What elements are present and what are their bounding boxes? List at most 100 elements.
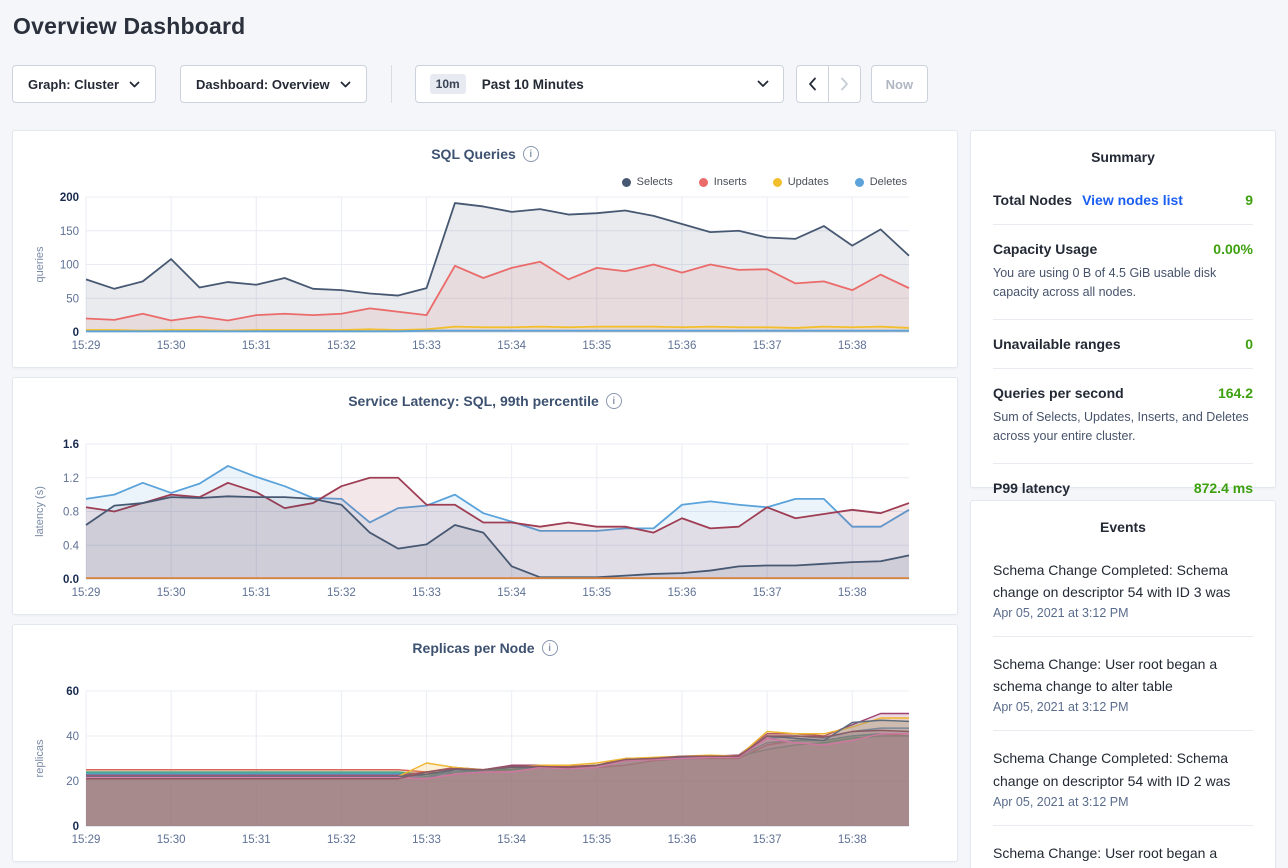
event-date: Apr 05, 2021 at 3:12 PM xyxy=(993,795,1253,809)
overview-dashboard-page: Overview Dashboard Graph: Cluster Dashbo… xyxy=(0,0,1288,868)
summary-value: 164.2 xyxy=(1218,385,1253,401)
summary-row-capacity-usage: Capacity Usage 0.00% You are using 0 B o… xyxy=(993,232,1253,312)
svg-text:15:34: 15:34 xyxy=(497,340,526,352)
svg-text:15:32: 15:32 xyxy=(327,587,356,599)
graph-dropdown-label: Graph: Cluster xyxy=(28,77,119,92)
summary-value: 872.4 ms xyxy=(1194,480,1253,496)
summary-row-total-nodes: Total Nodes View nodes list 9 xyxy=(993,183,1253,217)
legend-dot-icon xyxy=(622,178,631,187)
dashboard-dropdown[interactable]: Dashboard: Overview xyxy=(180,65,367,103)
svg-text:15:38: 15:38 xyxy=(838,340,867,352)
summary-row-unavailable-ranges: Unavailable ranges 0 xyxy=(993,327,1253,361)
sidebar: Summary Total Nodes View nodes list 9 Ca… xyxy=(970,130,1276,868)
event-item: Schema Change Completed: Schema change o… xyxy=(993,741,1253,818)
chart-title: Service Latency: SQL, 99th percentile xyxy=(348,393,599,409)
divider xyxy=(993,825,1253,826)
time-next-button[interactable] xyxy=(828,65,861,103)
controls-divider xyxy=(391,65,392,103)
svg-text:15:37: 15:37 xyxy=(753,340,782,352)
divider xyxy=(993,636,1253,637)
svg-text:15:37: 15:37 xyxy=(753,834,782,846)
time-prev-button[interactable] xyxy=(796,65,829,103)
svg-text:queries: queries xyxy=(34,246,46,283)
graph-dropdown[interactable]: Graph: Cluster xyxy=(12,65,156,103)
svg-text:20: 20 xyxy=(66,776,79,788)
event-text: Schema Change Completed: Schema change o… xyxy=(993,747,1253,791)
svg-text:200: 200 xyxy=(60,192,79,204)
chart-title-row: SQL Queries xyxy=(13,131,957,162)
svg-text:15:35: 15:35 xyxy=(582,587,611,599)
svg-text:0: 0 xyxy=(73,821,79,833)
svg-text:15:29: 15:29 xyxy=(72,587,101,599)
event-date: Apr 05, 2021 at 3:12 PM xyxy=(993,700,1253,714)
event-item: Schema Change Completed: Schema change o… xyxy=(993,553,1253,630)
svg-text:0.8: 0.8 xyxy=(63,507,79,519)
svg-text:15:37: 15:37 xyxy=(753,587,782,599)
chevron-down-icon xyxy=(757,80,769,88)
svg-text:15:34: 15:34 xyxy=(497,834,526,846)
divider xyxy=(993,463,1253,464)
summary-row-queries-per-second: Queries per second 164.2 Sum of Selects,… xyxy=(993,376,1253,456)
time-range-badge: 10m xyxy=(430,74,466,94)
chevron-right-icon xyxy=(840,77,849,91)
dashboard-dropdown-label: Dashboard: Overview xyxy=(196,77,330,92)
divider xyxy=(993,319,1253,320)
svg-text:15:35: 15:35 xyxy=(582,340,611,352)
svg-text:100: 100 xyxy=(60,260,79,272)
svg-text:15:31: 15:31 xyxy=(242,587,271,599)
svg-text:0.0: 0.0 xyxy=(63,574,79,586)
svg-text:15:30: 15:30 xyxy=(157,340,186,352)
dashboard-content: SQL Queries SelectsInsertsUpdatesDeletes… xyxy=(12,130,1276,868)
summary-label: P99 latency xyxy=(993,480,1070,496)
svg-text:0.4: 0.4 xyxy=(63,540,80,552)
summary-description: You are using 0 B of 4.5 GiB usable disk… xyxy=(993,264,1253,303)
svg-text:15:36: 15:36 xyxy=(668,834,697,846)
info-icon[interactable] xyxy=(523,146,539,162)
svg-text:15:38: 15:38 xyxy=(838,587,867,599)
chevron-left-icon xyxy=(808,77,817,91)
time-nav-group xyxy=(796,65,861,103)
svg-text:15:33: 15:33 xyxy=(412,587,441,599)
sql-queries-chart-panel: SQL Queries SelectsInsertsUpdatesDeletes… xyxy=(12,130,958,368)
summary-title: Summary xyxy=(993,149,1253,165)
divider xyxy=(993,368,1253,369)
svg-text:15:30: 15:30 xyxy=(157,587,186,599)
chart-title: Replicas per Node xyxy=(412,640,534,656)
svg-text:15:31: 15:31 xyxy=(242,340,271,352)
event-text: Schema Change: User root began a schema … xyxy=(993,653,1253,697)
chart-title: SQL Queries xyxy=(431,146,516,162)
svg-text:1.2: 1.2 xyxy=(63,473,79,485)
svg-text:15:29: 15:29 xyxy=(72,340,101,352)
svg-text:15:32: 15:32 xyxy=(327,834,356,846)
chevron-down-icon xyxy=(129,81,140,88)
summary-description: Sum of Selects, Updates, Inserts, and De… xyxy=(993,408,1253,447)
svg-text:15:31: 15:31 xyxy=(242,834,271,846)
svg-text:15:36: 15:36 xyxy=(668,340,697,352)
now-button[interactable]: Now xyxy=(871,65,928,103)
svg-text:150: 150 xyxy=(60,226,79,238)
legend-dot-icon xyxy=(855,178,864,187)
svg-text:replicas: replicas xyxy=(34,739,46,777)
charts-column: SQL Queries SelectsInsertsUpdatesDeletes… xyxy=(12,130,958,868)
event-item: Schema Change: User root began a schema … xyxy=(993,836,1253,868)
time-range-label: Past 10 Minutes xyxy=(482,77,747,92)
svg-text:15:36: 15:36 xyxy=(668,587,697,599)
event-text: Schema Change: User root began a schema … xyxy=(993,842,1253,868)
time-range-picker[interactable]: 10m Past 10 Minutes xyxy=(415,65,784,103)
sql-queries-chart: 15:2915:3015:3115:3215:3315:3415:3515:36… xyxy=(13,187,959,357)
svg-text:15:35: 15:35 xyxy=(582,834,611,846)
chart-title-row: Replicas per Node xyxy=(13,625,957,656)
event-date: Apr 05, 2021 at 3:12 PM xyxy=(993,606,1253,620)
svg-text:15:32: 15:32 xyxy=(327,340,356,352)
controls-bar: Graph: Cluster Dashboard: Overview 10m P… xyxy=(12,65,1276,103)
svg-text:0: 0 xyxy=(73,327,79,339)
svg-text:1.6: 1.6 xyxy=(63,439,79,451)
info-icon[interactable] xyxy=(606,393,622,409)
page-title: Overview Dashboard xyxy=(0,0,1288,40)
info-icon[interactable] xyxy=(542,640,558,656)
legend-dot-icon xyxy=(699,178,708,187)
summary-label: Total Nodes xyxy=(993,192,1072,208)
chart-title-row: Service Latency: SQL, 99th percentile xyxy=(13,378,957,409)
svg-text:60: 60 xyxy=(66,686,79,698)
view-nodes-list-link[interactable]: View nodes list xyxy=(1082,192,1183,208)
